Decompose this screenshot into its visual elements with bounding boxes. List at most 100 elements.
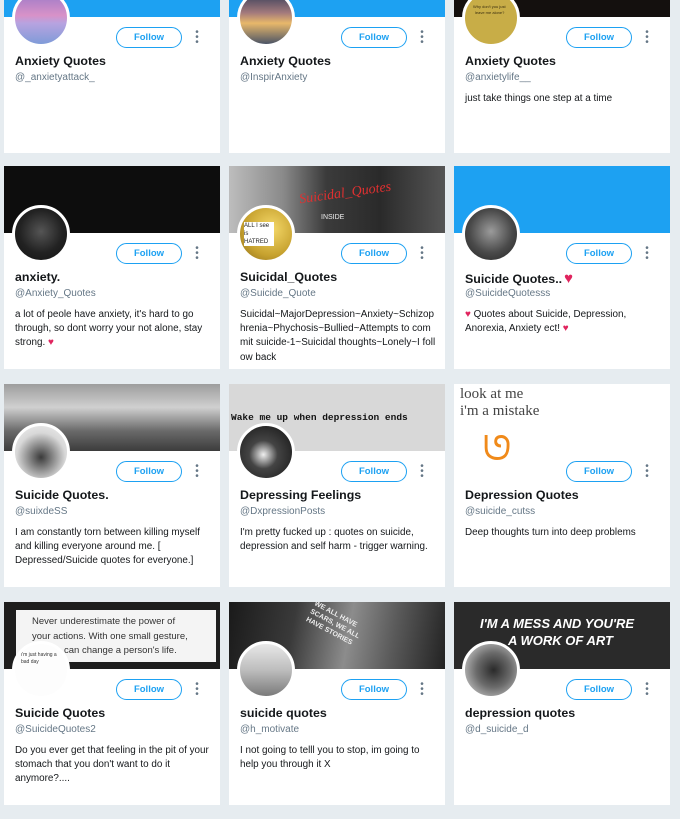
follow-button[interactable]: Follow [341, 27, 407, 48]
profile-name[interactable]: Depression Quotes [465, 488, 579, 502]
banner-caption: your actions. With one small gesture, [32, 631, 188, 642]
follow-button[interactable]: Follow [116, 461, 182, 482]
banner-caption: Wake me up when depression ends [231, 412, 408, 423]
more-options-icon[interactable]: • • • [419, 680, 425, 700]
more-options-icon[interactable]: • • • [194, 462, 200, 482]
follow-button[interactable]: Follow [566, 27, 632, 48]
profile-bio: Suicidal~MajorDepression~Anxiety~Schizop… [240, 309, 436, 363]
profile-name[interactable]: Anxiety Quotes [465, 54, 556, 68]
profile-avatar[interactable] [237, 641, 295, 699]
ribbon-icon: ᘎ [483, 430, 512, 468]
profile-avatar[interactable] [12, 205, 70, 263]
profile-name[interactable]: Suicide Quotes [15, 706, 105, 720]
profile-card[interactable]: Why don't you just leave me alone? Follo… [454, 0, 670, 153]
banner-caption: can change a person's life. [64, 645, 177, 656]
avatar-caption: i'm just having a bad day [21, 652, 57, 665]
banner-caption: WE ALL HAVE SCARS, WE ALL HAVE STORIES [304, 602, 361, 647]
banner-caption: Suicidal_Quotes [298, 179, 393, 208]
profile-handle[interactable]: @suicide_cutss [465, 506, 535, 517]
profile-card[interactable]: look at me i'm a mistake ᘎ Follow • • • De… [454, 384, 670, 587]
profile-handle[interactable]: @Anxiety_Quotes [15, 288, 96, 299]
profile-handle[interactable]: @suixdeSS [15, 506, 67, 517]
banner-caption: INSIDE [321, 214, 345, 221]
follow-button[interactable]: Follow [116, 679, 182, 700]
profile-handle[interactable]: @SuicideQuotes2 [15, 724, 96, 735]
banner-caption: Never underestimate the power of [32, 616, 176, 627]
profile-handle[interactable]: @InspirAnxiety [240, 72, 307, 83]
profile-avatar[interactable]: Why don't you just leave me alone? [462, 0, 520, 47]
follow-button[interactable]: Follow [116, 27, 182, 48]
profile-bio: I not going to telll you to stop, im goi… [240, 745, 420, 771]
profile-card[interactable]: Follow • • • Anxiety Quotes @InspirAnxiety [229, 0, 445, 153]
profile-card[interactable]: WE ALL HAVE SCARS, WE ALL HAVE STORIES F… [229, 602, 445, 805]
more-options-icon[interactable]: • • • [419, 28, 425, 48]
heart-icon: ♥ [465, 309, 471, 320]
more-options-icon[interactable]: • • • [644, 680, 650, 700]
profile-card[interactable]: Follow • • • Suicide Quotes. @suixdeSS I a… [4, 384, 220, 587]
profile-card[interactable]: Follow • • • Anxiety Quotes @_anxietyattac… [4, 0, 220, 153]
profile-handle[interactable]: @SuicideQuotesss [465, 288, 550, 299]
profile-handle[interactable]: @_anxietyattack_ [15, 72, 95, 83]
profile-name[interactable]: Depressing Feelings [240, 488, 361, 502]
follow-button[interactable]: Follow [341, 243, 407, 264]
profile-handle[interactable]: @Suicide_Quote [240, 288, 316, 299]
profile-handle[interactable]: @d_suicide_d [465, 724, 529, 735]
heart-icon: ♥ [562, 323, 569, 335]
profile-card[interactable]: Wake me up when depression ends Follow •… [229, 384, 445, 587]
heart-icon: ♥ [47, 337, 54, 349]
more-options-icon[interactable]: • • • [194, 28, 200, 48]
profile-bio: a lot of peole have anxiety, it's hard t… [15, 309, 203, 349]
banner-caption: look at me [460, 386, 524, 402]
profile-handle[interactable]: @h_motivate [240, 724, 299, 735]
follow-button[interactable]: Follow [116, 243, 182, 264]
profile-name[interactable]: depression quotes [465, 706, 575, 720]
more-options-icon[interactable]: • • • [194, 680, 200, 700]
profile-bio: I'm pretty fucked up : quotes on suicide… [240, 527, 428, 553]
follow-button[interactable]: Follow [341, 679, 407, 700]
more-options-icon[interactable]: • • • [644, 462, 650, 482]
more-options-icon[interactable]: • • • [644, 28, 650, 48]
profile-avatar[interactable]: ᘎ [462, 423, 520, 481]
profile-bio: ♥ Quotes about Suicide, Depression, Anor… [465, 309, 627, 335]
profile-name[interactable]: anxiety. [15, 270, 60, 284]
follow-button[interactable]: Follow [566, 243, 632, 264]
more-options-icon[interactable]: • • • [419, 244, 425, 264]
profile-card[interactable]: I'M A MESS AND YOU'RE A WORK OF ART Foll… [454, 602, 670, 805]
banner-caption: A WORK OF ART [508, 633, 613, 648]
profile-card[interactable]: Suicidal_Quotes INSIDE ALL I see is HATR… [229, 166, 445, 369]
profile-card[interactable]: Never underestimate the power of your ac… [4, 602, 220, 805]
profile-avatar[interactable] [12, 0, 70, 47]
profile-name[interactable]: Anxiety Quotes [240, 54, 331, 68]
profile-avatar[interactable] [237, 423, 295, 481]
profile-avatar[interactable] [237, 0, 295, 47]
avatar-caption: ALL I see is HATRED [244, 222, 274, 246]
more-options-icon[interactable]: • • • [644, 244, 650, 264]
profile-avatar[interactable] [12, 423, 70, 481]
profile-name[interactable]: Anxiety Quotes [15, 54, 106, 68]
profile-avatar[interactable] [462, 205, 520, 263]
banner-caption: I'M A MESS AND YOU'RE [480, 616, 635, 631]
profile-name[interactable]: suicide quotes [240, 706, 327, 720]
profile-avatar[interactable] [462, 641, 520, 699]
profile-bio: Do you ever get that feeling in the pit … [15, 745, 209, 785]
profile-handle[interactable]: @anxietylife__ [465, 72, 531, 83]
profile-avatar[interactable]: i'm just having a bad day [12, 641, 70, 699]
avatar-caption: leave me alone? [475, 10, 505, 15]
profile-card[interactable]: Follow • • • Suicide Quotes.. ♥ @SuicideQuo… [454, 166, 670, 369]
profile-avatar[interactable]: ALL I see is HATRED [237, 205, 295, 263]
heart-icon: ♥ [564, 270, 573, 287]
follow-button[interactable]: Follow [341, 461, 407, 482]
follow-button[interactable]: Follow [566, 679, 632, 700]
more-options-icon[interactable]: • • • [194, 244, 200, 264]
profile-bio: Deep thoughts turn into deep problems [465, 527, 636, 538]
profile-name[interactable]: Suicide Quotes.. ♥ [465, 270, 573, 287]
profile-bio: just take things one step at a time [465, 93, 613, 104]
avatar-caption: Why don't you just [473, 4, 506, 9]
more-options-icon[interactable]: • • • [419, 462, 425, 482]
profile-bio: I am constantly torn between killing mys… [15, 527, 200, 567]
profile-name[interactable]: Suicidal_Quotes [240, 270, 337, 284]
profile-card[interactable]: Follow • • • anxiety. @Anxiety_Quotes a lo… [4, 166, 220, 369]
follow-button[interactable]: Follow [566, 461, 632, 482]
profile-handle[interactable]: @DxpressionPosts [240, 506, 325, 517]
profile-name[interactable]: Suicide Quotes. [15, 488, 109, 502]
